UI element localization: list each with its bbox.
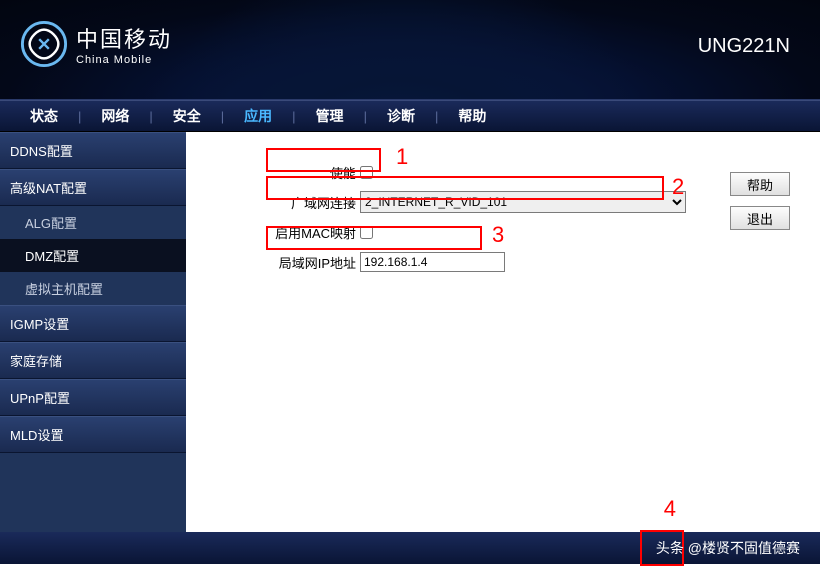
mac-checkbox[interactable]: [360, 226, 373, 239]
main-nav: 状态| 网络| 安全| 应用| 管理| 诊断| 帮助: [0, 100, 820, 132]
action-buttons: 帮助 退出: [730, 172, 790, 240]
sidebar-item-virtualhost[interactable]: 虚拟主机配置: [0, 272, 186, 305]
sidebar-group-upnp[interactable]: UPnP配置: [0, 379, 186, 416]
lan-ip-label: 局域网IP地址: [266, 253, 356, 272]
help-button[interactable]: 帮助: [730, 172, 790, 196]
sidebar-group-nat[interactable]: 高级NAT配置: [0, 169, 186, 206]
main-area: DDNS配置 高级NAT配置 ALG配置 DMZ配置 虚拟主机配置 IGMP设置…: [0, 132, 820, 532]
logo-area: 中国移动 China Mobile: [20, 20, 172, 68]
exit-button[interactable]: 退出: [730, 206, 790, 230]
sidebar-group-storage[interactable]: 家庭存储: [0, 342, 186, 379]
lan-ip-input[interactable]: [360, 252, 505, 272]
nav-network[interactable]: 网络: [81, 106, 149, 126]
enable-checkbox[interactable]: [360, 166, 373, 179]
device-model: UNG221N: [698, 35, 790, 58]
sidebar-group-ddns[interactable]: DDNS配置: [0, 132, 186, 169]
sidebar: DDNS配置 高级NAT配置 ALG配置 DMZ配置 虚拟主机配置 IGMP设置…: [0, 132, 186, 532]
sidebar-group-igmp[interactable]: IGMP设置: [0, 305, 186, 342]
wan-label: 广域网连接: [266, 193, 356, 212]
nav-help[interactable]: 帮助: [438, 106, 506, 126]
footer-watermark: 头条 @楼贤不固值德赛: [656, 538, 800, 558]
sidebar-item-dmz[interactable]: DMZ配置: [0, 239, 186, 272]
brand-name-cn: 中国移动: [76, 22, 172, 54]
header: 中国移动 China Mobile UNG221N: [0, 0, 820, 100]
brand-name-en: China Mobile: [76, 54, 172, 66]
nav-application[interactable]: 应用: [224, 106, 292, 126]
footer-bar: 4 头条 @楼贤不固值德赛: [0, 532, 820, 564]
sidebar-group-mld[interactable]: MLD设置: [0, 416, 186, 453]
nav-diagnosis[interactable]: 诊断: [367, 106, 435, 126]
nav-security[interactable]: 安全: [153, 106, 221, 126]
mac-label: 启用MAC映射: [266, 223, 356, 242]
sidebar-item-alg[interactable]: ALG配置: [0, 206, 186, 239]
nav-management[interactable]: 管理: [296, 106, 364, 126]
content-panel: 使能 广域网连接 2_INTERNET_R_VID_101 启用MAC映射 局域…: [186, 132, 820, 532]
china-mobile-logo-icon: [20, 20, 68, 68]
nav-status[interactable]: 状态: [10, 106, 78, 126]
annotation-number-4: 4: [664, 496, 676, 522]
enable-label: 使能: [266, 163, 356, 182]
wan-select[interactable]: 2_INTERNET_R_VID_101: [360, 191, 686, 213]
